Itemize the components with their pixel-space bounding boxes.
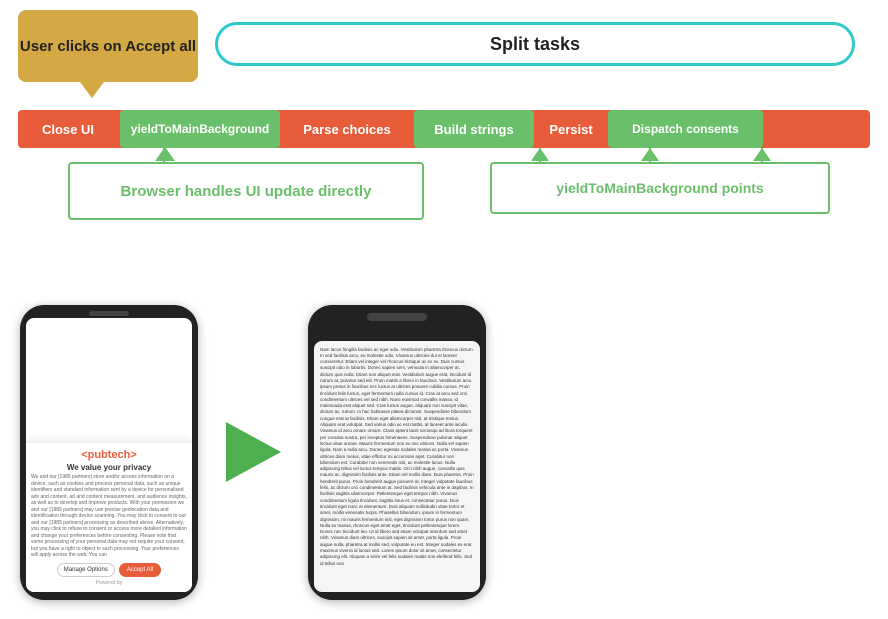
yield-points-label: yieldToMainBackground points [556, 180, 763, 196]
pipeline-bar: Close UI yieldToMainBackground Parse cho… [18, 110, 870, 148]
arrow-down-user [80, 82, 104, 98]
pipeline-parse-choices: Parse choices [282, 110, 412, 148]
arrow-up-1 [531, 148, 549, 161]
phones-area: <pubtech> We value your privacy We and o… [0, 285, 888, 619]
privacy-title: We value your privacy [31, 463, 187, 472]
pipeline-persist: Persist [536, 110, 606, 148]
privacy-text: We and our [1985 partners] store and/or … [31, 474, 187, 559]
phone-2-screen: Nam lacus fringilla facilisis ac eget od… [314, 341, 480, 592]
phone-1: <pubtech> We value your privacy We and o… [20, 305, 198, 600]
powered-by: Powered by [31, 580, 187, 586]
split-tasks-label: Split tasks [490, 34, 580, 55]
pipeline-build-strings: Build strings [414, 110, 534, 148]
pubtech-logo: <pubtech> [31, 449, 187, 461]
accept-all-button[interactable]: Accept All [119, 563, 161, 577]
manage-options-button[interactable]: Manage Options [57, 563, 115, 577]
consent-buttons: Manage Options Accept All [31, 563, 187, 577]
browser-handles-box: Browser handles UI update directly [68, 162, 424, 220]
phone-2: Nam lacus fringilla facilisis ac eget od… [308, 305, 486, 600]
article-text: Nam lacus fringilla facilisis ac eget od… [320, 347, 474, 567]
user-clicks-label: User clicks on Accept all [20, 38, 196, 55]
diagram-area: User clicks on Accept all Split tasks Cl… [0, 0, 888, 285]
phone-notch-2 [367, 313, 427, 321]
pipeline-dispatch-consents: Dispatch consents [608, 110, 763, 148]
phone-speaker-1 [89, 311, 129, 316]
split-tasks-pill: Split tasks [215, 22, 855, 66]
browser-handles-label: Browser handles UI update directly [121, 183, 372, 200]
phone-1-screen: <pubtech> We value your privacy We and o… [26, 318, 192, 592]
user-clicks-box: User clicks on Accept all [18, 10, 198, 82]
consent-banner: <pubtech> We value your privacy We and o… [26, 442, 192, 592]
arrow-up-browser [155, 147, 175, 161]
yield-points-box: yieldToMainBackground points [490, 162, 830, 214]
green-arrow-shape [226, 422, 281, 482]
pipeline-close-ui: Close UI [18, 110, 118, 148]
pipeline-yield-main: yieldToMainBackground [120, 110, 280, 148]
arrow-up-3 [753, 148, 771, 161]
transition-arrow [218, 427, 288, 477]
arrow-up-2 [641, 148, 659, 161]
